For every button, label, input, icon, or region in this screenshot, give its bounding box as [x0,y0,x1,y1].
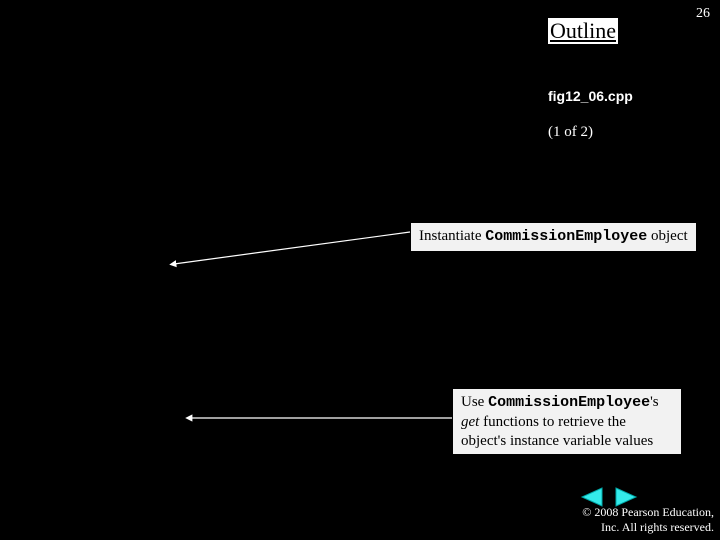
callout-text: functions to retrieve the object's insta… [461,414,653,449]
callout-get-functions: Use CommissionEmployee's get functions t… [452,388,682,455]
callout-instantiate: Instantiate CommissionEmployee object [410,222,697,252]
arrow-icon [172,232,412,272]
footer-line: © 2008 Pearson Education, [582,505,714,519]
callout-text: Use [461,394,488,410]
callout-code: CommissionEmployee [485,228,647,245]
callout-text: 's [650,394,659,410]
footer-line: Inc. All rights reserved. [582,520,714,534]
outline-title: Outline [548,18,618,44]
callout-text: object [647,228,687,244]
slide: Outline 26 fig12_06.cpp (1 of 2) Instant… [0,0,720,540]
page-number: 26 [696,6,710,22]
callout-italic: get [461,414,479,430]
arrow-icon [188,414,454,424]
callout-text: Instantiate [419,228,485,244]
callout-code: CommissionEmployee [488,394,650,411]
filename-label: fig12_06.cpp [548,88,633,104]
page-of-label: (1 of 2) [548,124,593,141]
copyright-footer: © 2008 Pearson Education, Inc. All right… [582,505,714,534]
